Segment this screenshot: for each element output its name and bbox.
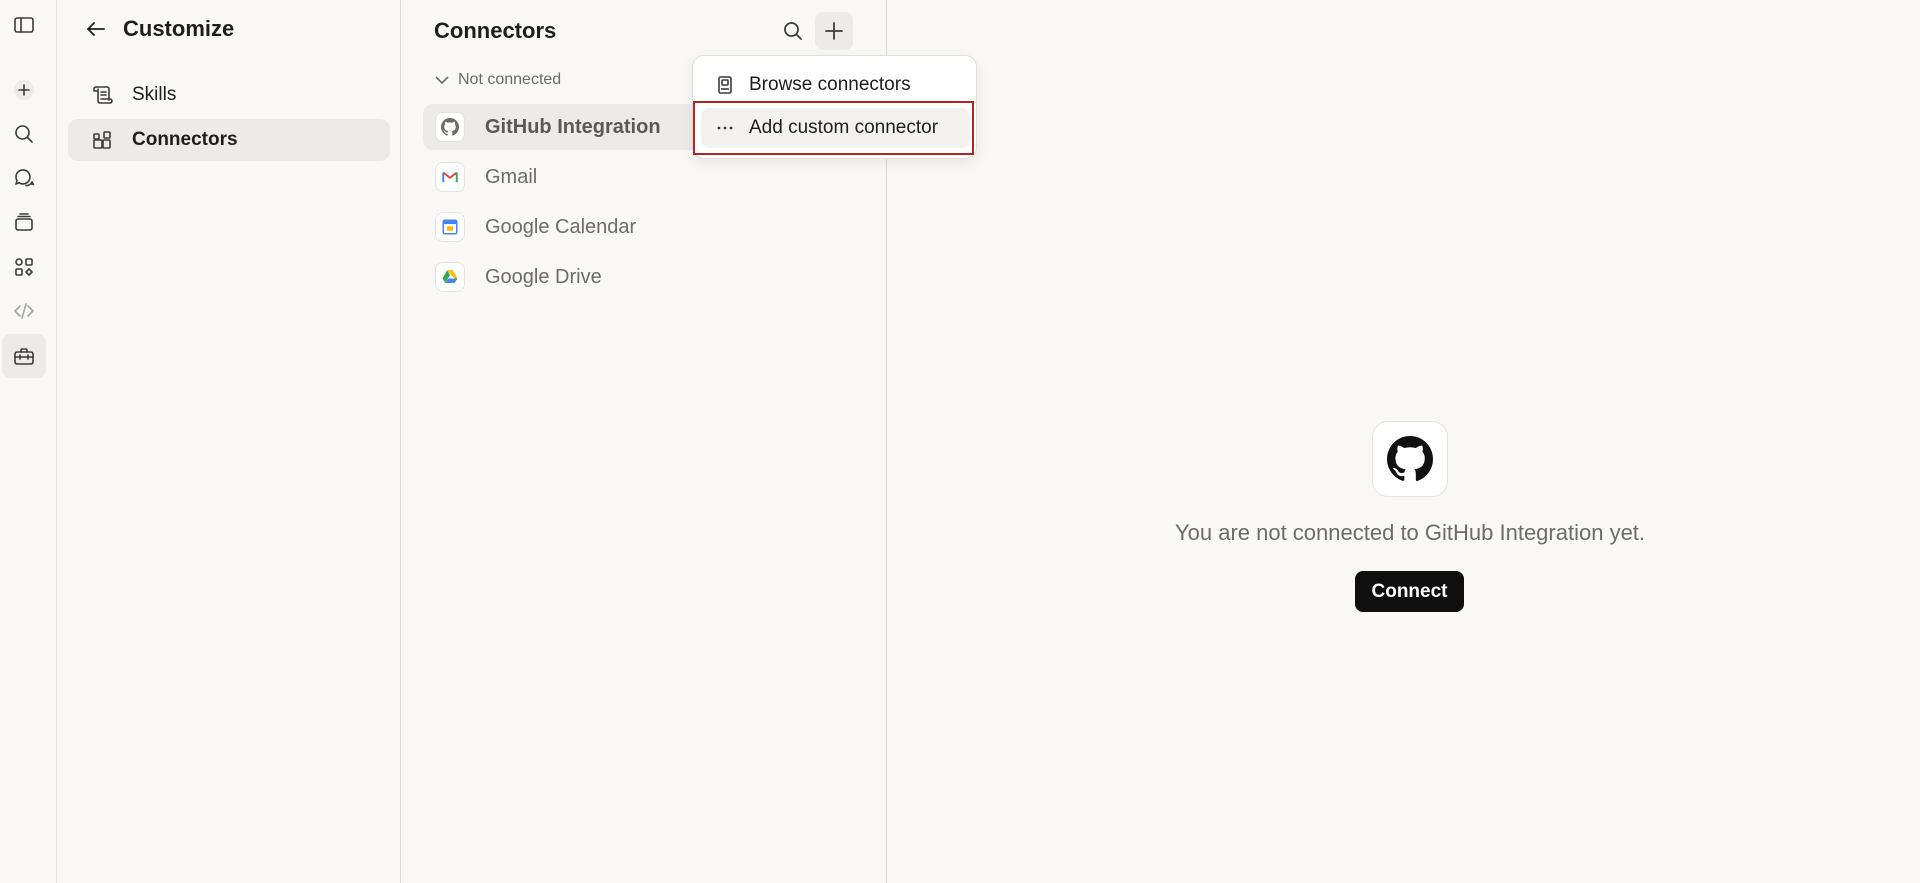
app-window: Customize Skills Connectors Connectors N… bbox=[0, 0, 1920, 883]
search-icon bbox=[15, 125, 33, 143]
back-button[interactable] bbox=[81, 14, 111, 44]
arrow-left-icon bbox=[87, 22, 105, 36]
connector-item-google-calendar[interactable]: Google Calendar bbox=[423, 204, 863, 250]
github-logo-icon bbox=[435, 112, 465, 142]
customize-header: Customize bbox=[81, 12, 234, 46]
connector-label: Google Drive bbox=[485, 265, 602, 288]
artifacts-button[interactable] bbox=[2, 245, 46, 289]
connectors-title: Connectors bbox=[434, 18, 557, 43]
more-horizontal-icon bbox=[717, 126, 733, 130]
connector-label: GitHub Integration bbox=[485, 115, 661, 138]
search-connectors-button[interactable] bbox=[774, 12, 812, 50]
menu-item-add-custom-connector[interactable]: Add custom connector bbox=[701, 108, 970, 148]
connector-label: Google Calendar bbox=[485, 215, 637, 238]
connect-button[interactable]: Connect bbox=[1355, 571, 1464, 612]
add-connector-button[interactable] bbox=[815, 12, 853, 50]
code-icon bbox=[14, 303, 34, 319]
plus-icon bbox=[14, 80, 34, 100]
search-icon bbox=[784, 22, 802, 40]
menu-item-label: Add custom connector bbox=[749, 117, 939, 138]
menu-item-label: Browse connectors bbox=[749, 74, 911, 95]
nav-item-label: Skills bbox=[132, 84, 177, 105]
projects-button[interactable] bbox=[2, 200, 46, 244]
customize-panel: Customize Skills Connectors bbox=[57, 0, 401, 883]
github-logo-icon bbox=[1372, 421, 1448, 497]
menu-item-browse-connectors[interactable]: Browse connectors bbox=[701, 65, 970, 105]
not-connected-section-toggle[interactable]: Not connected bbox=[434, 70, 561, 90]
code-button[interactable] bbox=[2, 289, 46, 333]
customize-button[interactable] bbox=[2, 334, 46, 378]
connector-item-gmail[interactable]: Gmail bbox=[423, 154, 863, 200]
chats-button[interactable] bbox=[2, 156, 46, 200]
page-title: Customize bbox=[123, 16, 235, 41]
toolbox-icon bbox=[14, 348, 34, 365]
new-chat-button[interactable] bbox=[2, 68, 46, 112]
sidebar-icon bbox=[14, 17, 34, 33]
connector-blocks-icon bbox=[93, 131, 111, 149]
nav-item-label: Connectors bbox=[132, 129, 238, 150]
add-connector-menu: Browse connectors Add custom connector bbox=[692, 55, 977, 159]
plus-icon bbox=[825, 22, 843, 40]
chat-bubbles-icon bbox=[15, 169, 35, 187]
nav-item-connectors[interactable]: Connectors bbox=[68, 119, 390, 161]
connector-label: Gmail bbox=[485, 165, 538, 188]
nav-item-skills[interactable]: Skills bbox=[68, 74, 390, 116]
section-label-text: Not connected bbox=[458, 71, 562, 88]
shapes-icon bbox=[15, 258, 33, 276]
connector-detail-pane: You are not connected to GitHub Integrat… bbox=[887, 0, 1920, 883]
google-calendar-logo-icon bbox=[435, 212, 465, 242]
gmail-logo-icon bbox=[435, 162, 465, 192]
chevron-down-icon bbox=[435, 76, 449, 85]
stack-icon bbox=[15, 213, 33, 231]
connector-item-google-drive[interactable]: Google Drive bbox=[423, 254, 863, 300]
icon-rail bbox=[0, 0, 57, 883]
sidebar-toggle-button[interactable] bbox=[2, 3, 46, 47]
scroll-icon bbox=[93, 86, 113, 104]
google-drive-logo-icon bbox=[435, 262, 465, 292]
book-icon bbox=[718, 76, 732, 94]
search-button[interactable] bbox=[2, 112, 46, 156]
not-connected-message: You are not connected to GitHub Integrat… bbox=[1174, 520, 1646, 545]
